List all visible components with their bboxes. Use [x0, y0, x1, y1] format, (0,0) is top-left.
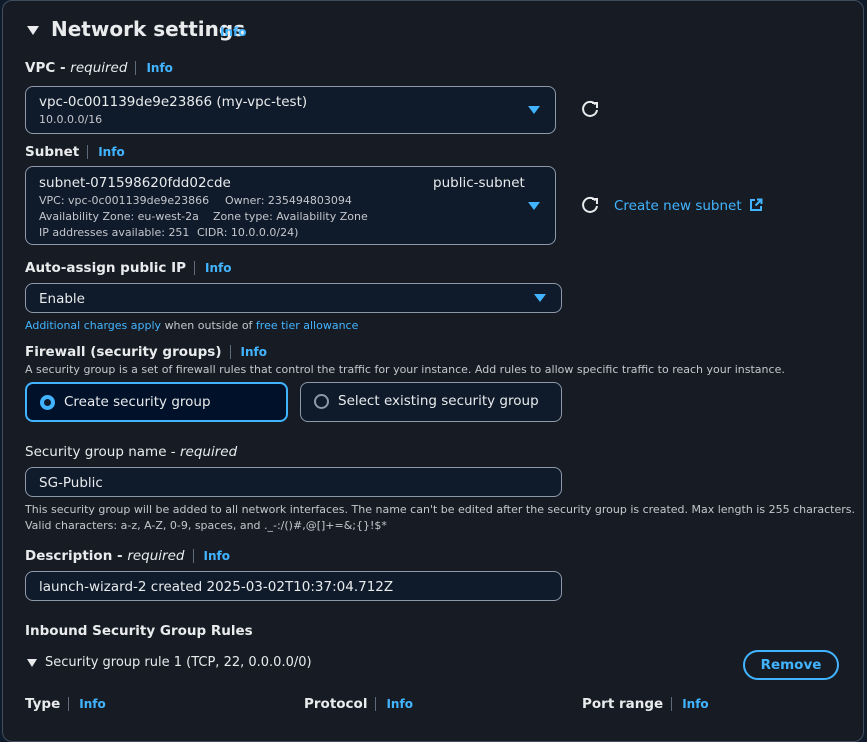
- vpc-cidr: 10.0.0.0/16: [39, 113, 103, 126]
- subnet-info-link[interactable]: Info: [98, 145, 124, 159]
- subnet-cidr: CIDR: 10.0.0.0/24): [197, 226, 299, 239]
- port-range-label: Port range Info: [582, 696, 709, 712]
- sg-name-help-1: This security group will be added to all…: [25, 503, 855, 516]
- create-security-group-option[interactable]: Create security group: [25, 382, 288, 422]
- port-range-info-link[interactable]: Info: [682, 697, 708, 711]
- subnet-zone-type: Zone type: Availability Zone: [213, 210, 368, 223]
- subnet-vpc: VPC: vpc-0c001139de9e23866: [39, 194, 210, 207]
- vpc-info-link[interactable]: Info: [146, 61, 172, 75]
- section-info-link[interactable]: Info: [220, 25, 246, 39]
- subnet-name: public-subnet: [433, 175, 525, 191]
- subnet-select[interactable]: subnet-071598620fdd02cde public-subnet V…: [25, 166, 556, 245]
- description-info-link[interactable]: Info: [204, 549, 230, 563]
- sg-name-input[interactable]: SG-Public: [25, 467, 562, 497]
- sg-name-label: Security group name - required: [25, 444, 238, 460]
- type-info-link[interactable]: Info: [79, 697, 105, 711]
- auto-ip-info-link[interactable]: Info: [205, 261, 231, 275]
- refresh-vpc-icon[interactable]: [580, 99, 600, 119]
- collapse-caret-icon[interactable]: [26, 22, 40, 41]
- description-input[interactable]: launch-wizard-2 created 2025-03-02T10:37…: [25, 571, 562, 601]
- auto-ip-label: Auto-assign public IP Info: [25, 260, 232, 276]
- firewall-label: Firewall (security groups) Info: [25, 344, 267, 360]
- sg-name-value: SG-Public: [39, 475, 103, 491]
- protocol-label: Protocol Info: [304, 696, 413, 712]
- firewall-description: A security group is a set of firewall ru…: [25, 363, 785, 376]
- subnet-value: subnet-071598620fdd02cde: [39, 175, 231, 191]
- description-label: Description - required Info: [25, 548, 230, 564]
- vpc-label: VPC - required Info: [25, 60, 173, 76]
- type-label: Type Info: [25, 696, 106, 712]
- auto-ip-value: Enable: [39, 291, 85, 307]
- free-tier-link[interactable]: free tier allowance: [256, 319, 358, 332]
- select-existing-security-group-option[interactable]: Select existing security group: [300, 382, 562, 422]
- external-link-icon: [749, 198, 763, 216]
- inbound-rules-title: Inbound Security Group Rules: [25, 623, 253, 639]
- chevron-down-icon: [534, 294, 546, 302]
- chevron-down-icon: [528, 202, 540, 210]
- charges-note: Additional charges apply when outside of…: [25, 319, 359, 332]
- vpc-value: vpc-0c001139de9e23866 (my-vpc-test): [39, 94, 308, 110]
- select-existing-security-group-label: Select existing security group: [338, 393, 539, 409]
- firewall-info-link[interactable]: Info: [241, 345, 267, 359]
- vpc-select[interactable]: vpc-0c001139de9e23866 (my-vpc-test) 10.0…: [25, 86, 556, 134]
- create-security-group-label: Create security group: [64, 394, 211, 410]
- description-value: launch-wizard-2 created 2025-03-02T10:37…: [39, 579, 394, 595]
- protocol-info-link[interactable]: Info: [386, 697, 412, 711]
- sg-name-help-2: Valid characters: a-z, A-Z, 0-9, spaces,…: [25, 519, 387, 532]
- radio-unselected-icon: [314, 394, 329, 409]
- additional-charges-link[interactable]: Additional charges apply: [25, 319, 161, 332]
- create-new-subnet-link[interactable]: Create new subnet: [614, 198, 763, 216]
- auto-ip-select[interactable]: Enable: [25, 283, 562, 313]
- radio-selected-icon: [40, 395, 55, 410]
- chevron-down-icon: [528, 106, 540, 114]
- subnet-ips: IP addresses available: 251: [39, 226, 190, 239]
- expand-caret-icon[interactable]: [26, 654, 38, 673]
- refresh-subnet-icon[interactable]: [580, 195, 600, 215]
- subnet-label: Subnet Info: [25, 144, 125, 160]
- security-group-rule-1[interactable]: Security group rule 1 (TCP, 22, 0.0.0.0/…: [45, 655, 312, 670]
- subnet-az: Availability Zone: eu-west-2a: [39, 210, 199, 223]
- subnet-owner: Owner: 235494803094: [225, 194, 352, 207]
- section-title: Network settings: [51, 17, 246, 41]
- remove-rule-button[interactable]: Remove: [743, 650, 839, 680]
